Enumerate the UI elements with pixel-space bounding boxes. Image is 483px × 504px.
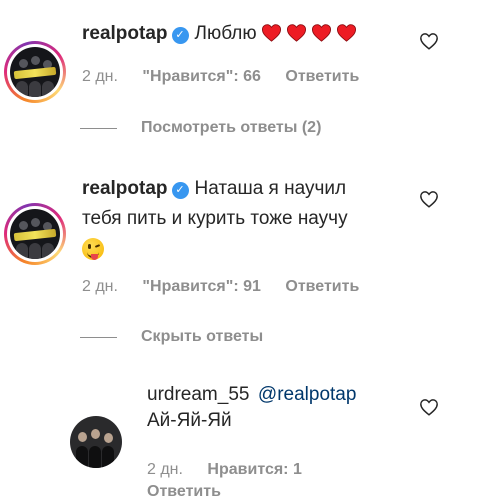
heart-emojis: [261, 24, 361, 43]
reply-text: Ай-Яй-Яй: [147, 410, 232, 431]
comment-1-meta: 2 дн. "Нравится": 66 Ответить: [82, 68, 359, 86]
like-comment-button[interactable]: [419, 190, 439, 213]
comment-username[interactable]: realpotap: [82, 178, 168, 199]
verified-badge-icon: ✓: [171, 182, 189, 199]
mention-link[interactable]: @realpotap: [258, 384, 357, 405]
avatar-urdream[interactable]: [70, 416, 122, 468]
reply-reply-button[interactable]: Ответить: [147, 483, 221, 501]
comment-text: Люблю: [194, 23, 257, 44]
comment-2-meta: 2 дн. "Нравится": 91 Ответить: [82, 278, 359, 296]
avatar-image: [70, 416, 122, 468]
story-ring: [4, 203, 66, 265]
comment-age[interactable]: 2 дн.: [82, 68, 118, 85]
red-heart-icon: [262, 24, 282, 42]
comment-1-body: realpotap ✓ Люблю: [82, 19, 361, 49]
reply-meta: 2 дн. Нравится: 1: [147, 461, 302, 479]
reply-likes-count[interactable]: Нравится: 1: [207, 461, 301, 478]
heart-outline-icon: [420, 33, 438, 50]
divider-line: [80, 337, 117, 338]
view-replies-button[interactable]: Посмотреть ответы (2): [141, 119, 321, 137]
likes-count[interactable]: "Нравится": 66: [142, 68, 261, 85]
avatar-image: [10, 209, 60, 259]
reply-body: urdream_55 @realpotap Ай-Яй-Яй: [147, 384, 356, 436]
comment-text-line-2: тебя пить и курить тоже научу: [82, 208, 348, 229]
avatar-realpotap-2[interactable]: [4, 203, 66, 265]
comment-text-line-1: Наташа я научил: [194, 178, 347, 199]
comment-username[interactable]: realpotap: [82, 23, 168, 44]
avatar-image: [10, 47, 60, 97]
like-reply-button[interactable]: [419, 398, 439, 421]
divider-line: [80, 128, 117, 129]
avatar-realpotap-1[interactable]: [4, 41, 66, 103]
reply-age[interactable]: 2 дн.: [147, 461, 183, 478]
heart-outline-icon: [420, 399, 438, 416]
reply-button[interactable]: Ответить: [285, 68, 359, 85]
likes-count[interactable]: "Нравится": 91: [142, 278, 261, 295]
comment-2-body: realpotap ✓ Наташа я научил тебя пить и ку…: [82, 174, 402, 265]
winking-face-with-tongue-icon: [82, 238, 104, 260]
story-ring: [4, 41, 66, 103]
red-heart-icon: [287, 24, 307, 42]
hide-replies-button[interactable]: Скрыть ответы: [141, 328, 263, 346]
reply-username[interactable]: urdream_55: [147, 384, 249, 405]
verified-badge-icon: ✓: [171, 27, 189, 44]
reply-button[interactable]: Ответить: [285, 278, 359, 295]
heart-outline-icon: [420, 191, 438, 208]
like-comment-button[interactable]: [419, 32, 439, 55]
red-heart-icon: [337, 24, 357, 42]
red-heart-icon: [312, 24, 332, 42]
comment-age[interactable]: 2 дн.: [82, 278, 118, 295]
